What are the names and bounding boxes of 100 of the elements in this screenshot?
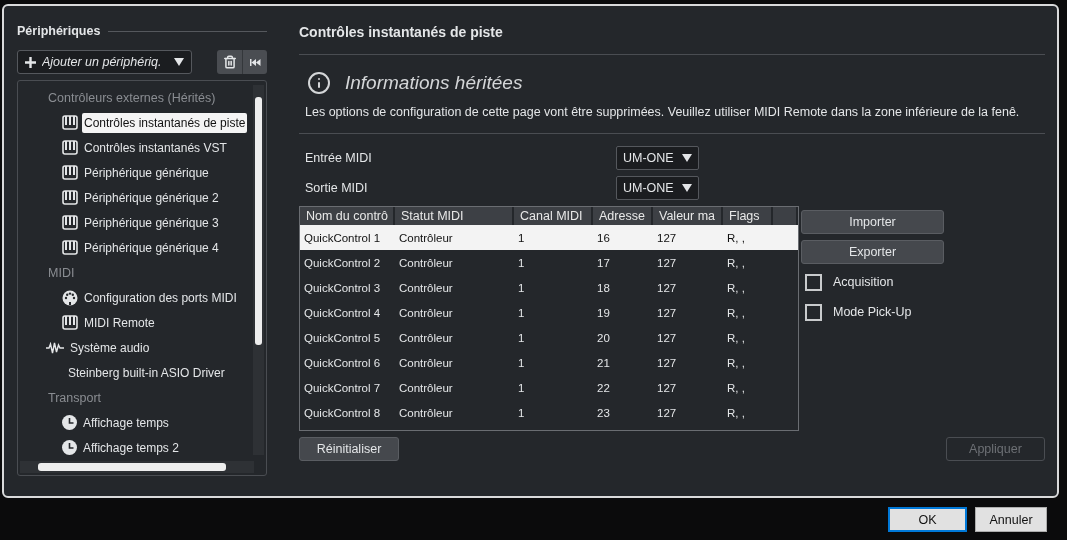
table-cell-text: QuickControl 2 — [303, 256, 382, 269]
keyboard-icon — [62, 215, 78, 230]
table-cell-text: R, , — [726, 406, 746, 419]
keyboard-icon — [62, 190, 78, 205]
caret-icon — [681, 184, 692, 192]
table-cell-text: 1 — [517, 406, 526, 419]
table-cell-text: 1 — [517, 381, 526, 394]
port-label: Entrée MIDI — [305, 151, 373, 165]
table-cell-text: QuickControl 7 — [303, 381, 382, 394]
keyboard-icon — [62, 165, 78, 180]
table-cell-text: Contrôleur — [398, 231, 454, 244]
tree-item[interactable]: Système audio — [68, 337, 152, 358]
reset-defaults-button[interactable]: Réinitialiser — [299, 437, 399, 461]
table-cell-text: Contrôleur — [398, 306, 454, 319]
tree-item[interactable]: Périphérique générique — [82, 162, 211, 183]
keyboard-icon — [62, 115, 78, 130]
table-cell-text: 1 — [517, 281, 526, 294]
tree-item[interactable]: Périphérique générique 2 — [82, 187, 221, 208]
table-cell-text: 127 — [656, 406, 678, 419]
horizontal-scrollbar[interactable] — [20, 461, 254, 473]
tree-item[interactable]: Contrôles instantanés de piste — [82, 112, 248, 133]
tree-item[interactable]: Steinberg built-in ASIO Driver — [66, 362, 227, 383]
table-cell-text: 17 — [596, 256, 611, 269]
tree-category: Contrôleurs externes (Hérités) — [48, 90, 216, 105]
port-label: Sortie MIDI — [305, 181, 369, 195]
table-cell-text: 1 — [517, 256, 526, 269]
table-cell-text: 1 — [517, 306, 526, 319]
skip-back-icon — [249, 58, 261, 66]
table-cell-text: 23 — [596, 406, 611, 419]
table-cell-text: QuickControl 5 — [303, 331, 382, 344]
tree-item[interactable]: Périphérique générique 4 — [82, 237, 221, 258]
side-button[interactable]: Exporter — [801, 240, 944, 264]
table-cell-text: R, , — [726, 256, 746, 269]
table-cell-text: R, , — [726, 281, 746, 294]
port-dropdown[interactable]: UM-ONE — [616, 176, 699, 200]
table-cell-text: 1 — [517, 231, 526, 244]
caret-icon — [174, 58, 184, 66]
delete-button[interactable] — [217, 50, 242, 74]
side-button[interactable]: Importer — [801, 210, 944, 234]
keyboard-icon — [62, 240, 78, 255]
reset-button[interactable] — [242, 50, 267, 74]
tree-category: MIDI — [48, 265, 75, 280]
table-cell-text: 127 — [656, 281, 678, 294]
table-cell-text: QuickControl 6 — [303, 356, 382, 369]
tree-item[interactable]: Contrôles instantanés VST — [82, 137, 229, 158]
table-cell-text: 16 — [596, 231, 611, 244]
checkbox[interactable] — [805, 273, 822, 291]
table-cell-text: R, , — [726, 381, 746, 394]
table-cell-text: 127 — [656, 356, 678, 369]
checkbox-label: Acquisition — [833, 275, 894, 289]
tree-item[interactable]: Affichage temps — [81, 412, 171, 433]
table-cell-text: 18 — [596, 281, 611, 294]
plus-icon — [25, 56, 36, 68]
tree-item[interactable]: MIDI Remote — [82, 312, 157, 333]
trash-icon — [222, 55, 237, 69]
dialog-button[interactable]: OK — [888, 507, 967, 532]
table-cell-text: QuickControl 4 — [303, 306, 382, 319]
add-device-dropdown[interactable]: Ajouter un périphériq. — [17, 50, 192, 74]
table-cell-text: R, , — [726, 356, 746, 369]
table-cell-text: QuickControl 1 — [303, 231, 382, 244]
sidebar-title: Périphériques — [17, 24, 101, 38]
table-cell-text: Contrôleur — [398, 356, 454, 369]
table-cell-text: 127 — [656, 331, 678, 344]
tree-item[interactable]: Configuration des ports MIDI — [82, 287, 239, 308]
tree-item[interactable]: Périphérique générique 3 — [82, 212, 221, 233]
notice-message: Les options de configuration de cette page vont être supprimées. Veuillez utiliser MIDI Remote dans la zone inférieure de la fenê. — [305, 105, 1021, 119]
tree-category: Transport — [48, 390, 102, 405]
table-cell-text: R, , — [726, 306, 746, 319]
clock-icon — [62, 415, 77, 430]
midi-port-icon — [62, 289, 78, 306]
table-cell-text: Contrôleur — [398, 406, 454, 419]
table-cell-text: 127 — [656, 306, 678, 319]
table-cell-text: QuickControl 3 — [303, 281, 382, 294]
info-icon — [307, 71, 331, 95]
table-cell-text: 19 — [596, 306, 611, 319]
dialog-button[interactable]: Annuler — [975, 507, 1047, 532]
table-cell-text: Contrôleur — [398, 256, 454, 269]
keyboard-icon — [62, 315, 78, 330]
table-cell-text: Contrôleur — [398, 381, 454, 394]
table-cell-text: Contrôleur — [398, 331, 454, 344]
caret-icon — [681, 154, 692, 162]
table-cell-text: 20 — [596, 331, 611, 344]
table-cell-text: R, , — [726, 231, 746, 244]
table-cell-text: Contrôleur — [398, 281, 454, 294]
table-cell-text: 22 — [596, 381, 611, 394]
tree-item[interactable]: Affichage temps 2 — [81, 437, 181, 458]
waveform-icon — [46, 341, 64, 354]
port-dropdown[interactable]: UM-ONE — [616, 146, 699, 170]
vertical-scrollbar[interactable] — [253, 85, 264, 455]
checkbox[interactable] — [805, 303, 822, 321]
table-cell-text: 127 — [656, 381, 678, 394]
notice-title: Informations héritées — [345, 72, 523, 94]
table-cell-text: 1 — [517, 356, 526, 369]
clock-icon — [62, 440, 77, 455]
table-cell-text: 1 — [517, 331, 526, 344]
table-cell-text: R, , — [726, 331, 746, 344]
table-cell-text: 21 — [596, 356, 611, 369]
table-cell-text: 127 — [656, 256, 678, 269]
checkbox-label: Mode Pick-Up — [833, 305, 912, 319]
keyboard-icon — [62, 140, 78, 155]
